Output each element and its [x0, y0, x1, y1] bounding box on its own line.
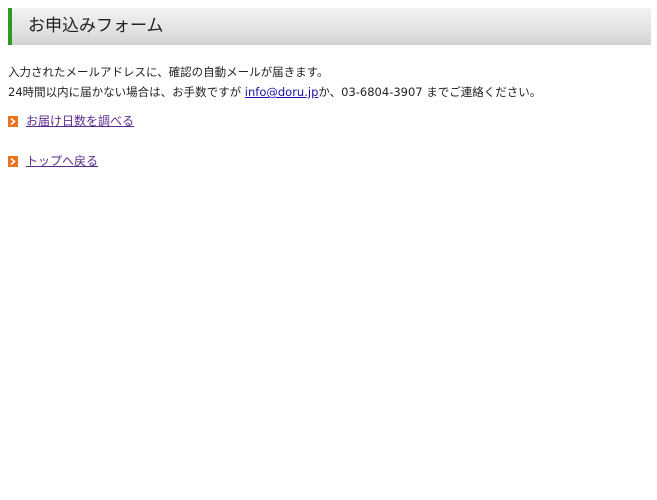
page-header: お申込みフォーム: [8, 8, 651, 45]
message-line-2-prefix: 24時間以内に届かない場合は、お手数ですが: [8, 85, 245, 99]
delivery-days-link[interactable]: お届け日数を調べる: [26, 113, 134, 129]
orange-arrow-icon: [8, 155, 18, 167]
email-link[interactable]: info@doru.jp: [245, 85, 319, 99]
confirmation-message: 入力されたメールアドレスに、確認の自動メールが届きます。 24時間以内に届かない…: [8, 62, 541, 102]
back-to-top-row: トップへ戻る: [8, 153, 98, 169]
back-to-top-link[interactable]: トップへ戻る: [26, 153, 98, 169]
message-line-2-suffix: か、03-6804-3907 までご連絡ください。: [318, 85, 542, 99]
message-line-1: 入力されたメールアドレスに、確認の自動メールが届きます。: [8, 65, 329, 79]
orange-arrow-icon: [8, 115, 18, 127]
message-line-2: 24時間以内に届かない場合は、お手数ですが info@doru.jpか、03-6…: [8, 82, 541, 102]
page-title: お申込みフォーム: [28, 16, 164, 36]
page: お申込みフォーム 入力されたメールアドレスに、確認の自動メールが届きます。 24…: [0, 0, 657, 500]
delivery-days-row: お届け日数を調べる: [8, 113, 134, 129]
